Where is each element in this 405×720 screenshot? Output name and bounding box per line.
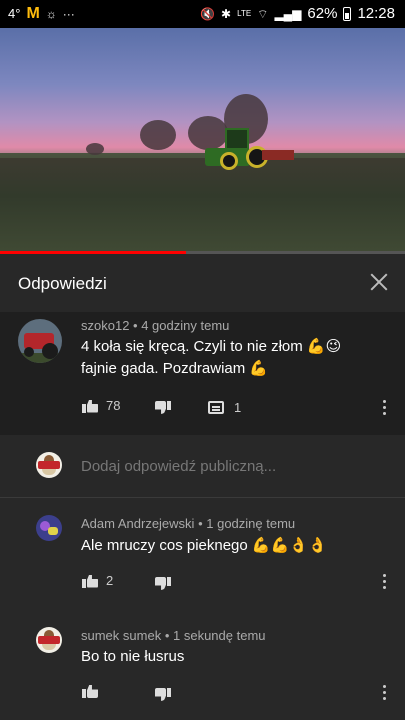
- cultivator-image: [262, 150, 294, 160]
- like-button[interactable]: 78: [82, 398, 120, 413]
- reply-input[interactable]: Dodaj odpowiedź publiczną...: [81, 458, 276, 475]
- comment-text: 4 koła się kręcą. Czyli to nie złom 💪😉 f…: [81, 336, 341, 380]
- dislike-button[interactable]: [155, 401, 171, 415]
- like-button[interactable]: 2: [82, 573, 113, 588]
- reply-text: Bo to nie łusrus: [81, 648, 185, 665]
- dislike-button[interactable]: [155, 577, 171, 591]
- like-count: 2: [106, 573, 114, 588]
- comment-line: 4 koła się kręcą. Czyli to nie złom 💪😉: [81, 338, 342, 355]
- tree-image: [140, 120, 176, 150]
- battery-percent: 62%: [307, 5, 338, 22]
- avatar[interactable]: [36, 515, 62, 541]
- comment-time: 4 godziny temu: [141, 318, 230, 333]
- comment-author[interactable]: szoko12: [81, 318, 129, 333]
- brightness-icon: ☼: [45, 6, 57, 21]
- avatar[interactable]: [36, 627, 62, 653]
- more-dots-icon: ···: [62, 6, 75, 21]
- thumbs-down-icon: [155, 401, 171, 415]
- parent-comment: szoko12 • 4 godziny temu 4 koła się kręc…: [0, 312, 405, 435]
- battery-icon: [343, 6, 352, 21]
- bluetooth-icon: ✱: [221, 6, 232, 21]
- temperature-text: 4°: [8, 6, 21, 21]
- like-count: 78: [106, 398, 121, 413]
- divider: [0, 497, 405, 498]
- panel-title: Odpowiedzi: [18, 274, 107, 293]
- video-player[interactable]: [0, 28, 405, 253]
- replies-header: Odpowiedzi: [0, 254, 405, 313]
- more-options-icon[interactable]: [383, 400, 387, 416]
- mcdonalds-icon: M: [26, 4, 40, 22]
- reply-meta: Adam Andrzejewski • 1 godzinę temu: [81, 516, 295, 531]
- thumbs-up-icon: [82, 399, 98, 413]
- comment-line: fajnie gada. Pozdrawiam 💪: [81, 360, 269, 377]
- signal-icon: ▂▄▆: [274, 6, 302, 21]
- comment-meta: szoko12 • 4 godziny temu: [81, 318, 229, 333]
- thumbs-down-icon: [155, 577, 171, 591]
- video-ground: [0, 158, 405, 253]
- close-icon[interactable]: [367, 270, 391, 294]
- reply-author[interactable]: Adam Andrzejewski: [81, 516, 194, 531]
- wifi-icon: ⌔: [257, 6, 269, 21]
- meta-separator: •: [164, 628, 173, 643]
- thumbs-up-icon: [82, 684, 98, 698]
- comment-icon: [208, 401, 224, 414]
- more-options-icon[interactable]: [383, 574, 387, 590]
- like-button[interactable]: [82, 684, 106, 698]
- more-options-icon[interactable]: [383, 685, 387, 701]
- reply-text: Ale mruczy cos pieknego 💪💪👌👌: [81, 537, 327, 554]
- reply-meta: sumek sumek • 1 sekundę temu: [81, 628, 266, 643]
- dislike-button[interactable]: [155, 688, 171, 702]
- volte-icon: LTE: [237, 8, 252, 18]
- reply-author[interactable]: sumek sumek: [81, 628, 161, 643]
- tree-image: [86, 143, 104, 155]
- tractor-cab: [225, 128, 249, 150]
- reply-count-button[interactable]: 1: [208, 400, 241, 415]
- status-bar: 4° M ☼ ··· 🔇 ✱ LTE ⌔ ▂▄▆ 62% 12:28: [0, 0, 405, 28]
- thumbs-down-icon: [155, 688, 171, 702]
- reply-count: 1: [234, 400, 242, 415]
- avatar[interactable]: [18, 319, 62, 363]
- meta-separator: •: [133, 318, 142, 333]
- mute-icon: 🔇: [200, 6, 216, 21]
- reply-time: 1 sekundę temu: [173, 628, 266, 643]
- reply-time: 1 godzinę temu: [206, 516, 296, 531]
- avatar: [36, 452, 62, 478]
- clock: 12:28: [357, 5, 395, 22]
- tractor-front-wheel: [220, 152, 238, 170]
- tree-image: [188, 116, 228, 150]
- thumbs-up-icon: [82, 574, 98, 588]
